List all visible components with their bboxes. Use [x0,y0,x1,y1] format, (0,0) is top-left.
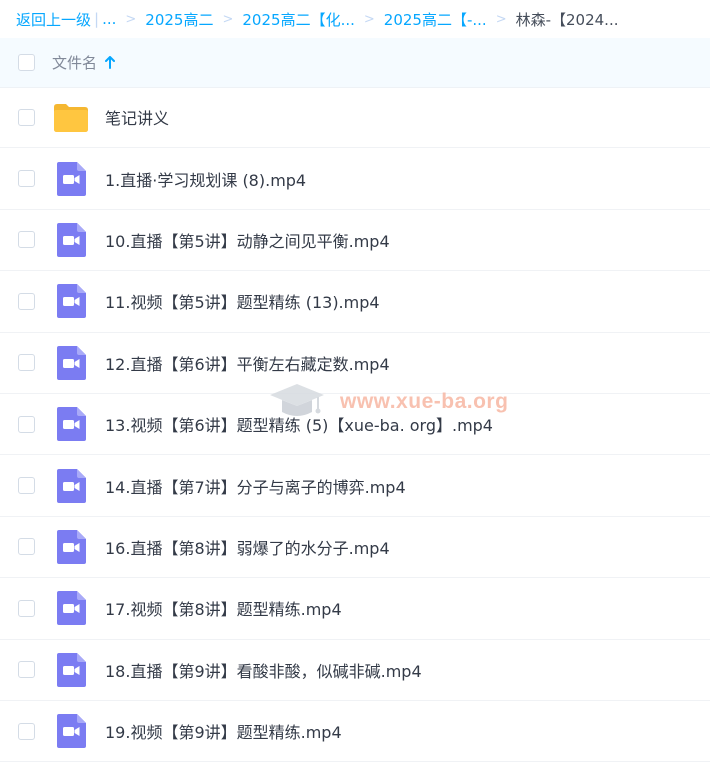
file-name[interactable]: 18.直播【第9讲】看酸非酸，似碱非碱.mp4 [105,658,422,682]
file-name[interactable]: 10.直播【第5讲】动静之间见平衡.mp4 [105,228,390,252]
video-file-icon [35,652,89,688]
sort-ascending-icon [105,56,116,69]
row-checkbox[interactable] [18,477,35,495]
column-name-label: 文件名 [52,54,98,72]
video-file-icon [35,590,89,626]
row-checkbox[interactable] [18,170,35,188]
file-name[interactable]: 14.直播【第7讲】分子与离子的博弈.mp4 [105,474,406,498]
file-row[interactable]: 1.直播·学习规划课 (8).mp4 [0,148,710,210]
file-row[interactable]: 18.直播【第9讲】看酸非酸，似碱非碱.mp4 [0,640,710,701]
file-name[interactable]: 11.视频【第5讲】题型精练 (13).mp4 [105,289,380,313]
video-file-icon [35,161,89,197]
video-file-icon [35,222,89,258]
video-file-icon [35,283,89,319]
file-name[interactable]: 笔记讲义 [105,105,169,129]
file-name[interactable]: 13.视频【第6讲】题型精练 (5)【xue-ba. org】.mp4 [105,412,493,436]
chevron-right-icon: > [363,11,375,27]
file-list-header: 文件名 [0,38,710,88]
row-checkbox[interactable] [18,722,35,740]
file-row[interactable]: 笔记讲义 [0,87,710,149]
file-name[interactable]: 16.直播【第8讲】弱爆了的水分子.mp4 [105,535,390,559]
breadcrumb-ellipsis[interactable]: ... [102,10,116,28]
breadcrumb-item[interactable]: 2025高二 [145,9,213,30]
row-checkbox[interactable] [18,108,35,126]
chevron-right-icon: > [125,11,137,27]
video-file-icon [35,468,89,504]
file-row[interactable]: 19.视频【第9讲】题型精练.mp4 [0,701,710,763]
row-checkbox[interactable] [18,231,35,249]
file-row[interactable]: 10.直播【第5讲】动静之间见平衡.mp4 [0,210,710,272]
breadcrumb: 返回上一级 | ... > 2025高二 > 2025高二【化... > 202… [0,0,710,38]
file-name[interactable]: 12.直播【第6讲】平衡左右藏定数.mp4 [105,351,390,375]
row-checkbox[interactable] [18,354,35,372]
file-name[interactable]: 17.视频【第8讲】题型精练.mp4 [105,596,342,620]
breadcrumb-divider: | [94,10,100,28]
row-checkbox[interactable] [18,538,35,556]
file-row[interactable]: 11.视频【第5讲】题型精练 (13).mp4 [0,271,710,333]
file-row[interactable]: 16.直播【第8讲】弱爆了的水分子.mp4 [0,517,710,579]
video-file-icon [35,406,89,442]
breadcrumb-item[interactable]: 2025高二【-... [384,9,487,30]
back-link[interactable]: 返回上一级 [16,9,91,30]
file-list: 笔记讲义 1.直播·学习规划课 (8).mp4 10.直播【第5讲】动静之间见平衡.… [0,87,710,763]
breadcrumb-item[interactable]: 2025高二【化... [242,9,354,30]
file-row[interactable]: 17.视频【第8讲】题型精练.mp4 [0,578,710,640]
file-row[interactable]: 14.直播【第7讲】分子与离子的博弈.mp4 [0,455,710,517]
sort-by-name-button[interactable]: 文件名 [52,52,116,73]
video-file-icon [35,529,89,565]
video-file-icon [35,713,89,749]
file-row[interactable]: 13.视频【第6讲】题型精练 (5)【xue-ba. org】.mp4 [0,394,710,456]
select-all-checkbox[interactable] [18,54,35,71]
file-row[interactable]: 12.直播【第6讲】平衡左右藏定数.mp4 [0,333,710,394]
row-checkbox[interactable] [18,661,35,679]
file-name[interactable]: 19.视频【第9讲】题型精练.mp4 [105,719,342,743]
video-file-icon [35,345,89,381]
breadcrumb-current: 林森-【2024... [515,10,619,29]
row-checkbox[interactable] [18,599,35,617]
row-checkbox[interactable] [18,415,35,433]
file-name[interactable]: 1.直播·学习规划课 (8).mp4 [105,167,306,191]
row-checkbox[interactable] [18,292,35,310]
chevron-right-icon: > [495,11,507,27]
chevron-right-icon: > [222,11,234,27]
folder-icon [35,99,89,135]
